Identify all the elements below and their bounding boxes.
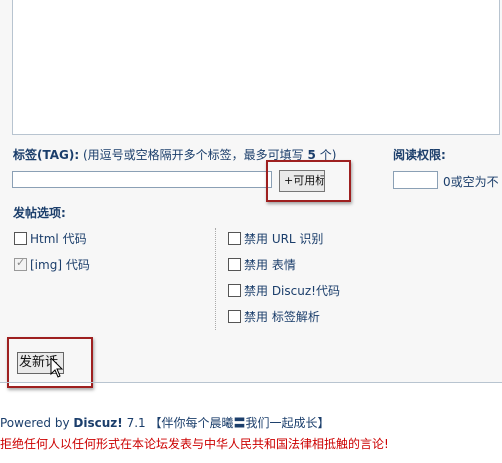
legal-notice: 拒绝任何人以任何形式在本论坛发表与中华人民共和国法律相抵触的言论! [0, 437, 389, 451]
read-permission-input[interactable] [393, 171, 438, 189]
message-textarea[interactable] [12, 0, 500, 135]
option-disable-url[interactable]: 禁用 URL 识别 [228, 230, 323, 247]
option-html-code[interactable]: Html 代码 [14, 230, 87, 247]
option-label: [img] 代码 [30, 258, 90, 272]
option-label: 禁用 表情 [244, 258, 296, 272]
form-bottom-rule [0, 382, 502, 383]
option-label: Html 代码 [30, 232, 87, 246]
checkbox[interactable] [228, 310, 241, 323]
tags-label: 标签(TAG): [13, 148, 80, 162]
checkbox[interactable] [228, 284, 241, 297]
checkmark-icon[interactable] [14, 256, 27, 271]
checkbox[interactable] [228, 232, 241, 245]
tags-input[interactable] [12, 171, 272, 188]
checkbox[interactable] [228, 258, 241, 271]
version: 7.1 [126, 416, 146, 430]
mouse-pointer-icon [50, 357, 64, 378]
read-permission-label: 阅读权限: [393, 148, 446, 162]
options-divider [215, 228, 216, 330]
checkbox[interactable] [14, 232, 27, 245]
powered-by-line: Powered by Discuz! 7.1 【伴你每个晨曦〓我们一起成长】 [0, 414, 330, 431]
option-disable-tag-parse[interactable]: 禁用 标签解析 [228, 308, 320, 325]
option-label: 禁用 Discuz!代码 [244, 284, 340, 298]
post-options-label: 发帖选项: [13, 206, 66, 220]
discuz-link[interactable]: Discuz! [73, 416, 122, 430]
tags-button-highlight [266, 160, 351, 202]
read-permission-hint: 0或空为不 [443, 175, 499, 189]
option-label: 禁用 URL 识别 [244, 232, 324, 246]
option-img-code[interactable]: [img] 代码 [14, 256, 90, 273]
slogan: 【伴你每个晨曦〓我们一起成长】 [149, 416, 330, 430]
option-disable-discuz-code[interactable]: 禁用 Discuz!代码 [228, 282, 340, 299]
option-label: 禁用 标签解析 [244, 310, 320, 324]
option-disable-smilies[interactable]: 禁用 表情 [228, 256, 296, 273]
powered-prefix: Powered by [0, 416, 70, 430]
